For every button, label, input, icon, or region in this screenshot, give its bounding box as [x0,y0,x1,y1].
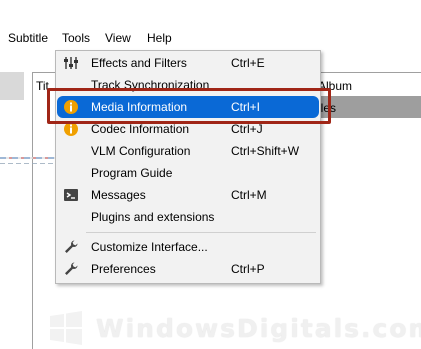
menu-item-program-guide[interactable]: Program Guide [57,162,319,184]
menu-separator [86,232,316,233]
menu-item-shortcut: Ctrl+M [231,188,267,202]
menu-item-vlm-configuration[interactable]: VLM Configuration Ctrl+Shift+W [57,140,319,162]
menu-item-label: Preferences [91,262,156,276]
watermark: WindowsDigitals.com [48,310,421,346]
menu-item-shortcut: Ctrl+P [231,262,265,276]
menu-item-label: Program Guide [91,166,173,180]
menu-item-label: Customize Interface... [91,240,208,254]
menu-bar: Subtitle Tools View Help [0,26,421,50]
menu-item-shortcut: Ctrl+J [231,122,263,136]
menu-item-shortcut: Ctrl+E [231,56,265,70]
wrench-icon [65,262,78,275]
menu-item-label: Codec Information [91,122,190,136]
menu-item-label: Messages [91,188,146,202]
watermark-text: WindowsDigitals.com [96,314,421,343]
menu-subtitle[interactable]: Subtitle [8,31,48,45]
menu-tools[interactable]: Tools [62,31,90,45]
menu-item-customize-interface[interactable]: Customize Interface... [57,236,319,258]
menu-item-shortcut: Ctrl+Shift+W [231,144,300,158]
windows-logo-icon [50,311,82,345]
terminal-icon [64,189,78,201]
menu-item-label: Plugins and extensions [91,210,215,224]
wrench-icon [65,240,78,253]
menu-item-label: VLM Configuration [91,144,191,158]
sidebar-selected-item[interactable] [0,72,24,100]
menu-item-plugins-and-extensions[interactable]: Plugins and extensions [57,206,319,228]
tools-dropdown-menu: Effects and Filters Ctrl+E Track Synchro… [55,50,321,284]
menu-item-label: Effects and Filters [91,56,187,70]
menu-item-messages[interactable]: Messages Ctrl+M [57,184,319,206]
menu-item-effects-and-filters[interactable]: Effects and Filters Ctrl+E [57,52,319,74]
sliders-icon [64,57,78,69]
menu-help[interactable]: Help [147,31,172,45]
menu-item-preferences[interactable]: Preferences Ctrl+P [57,258,319,280]
annotation-highlight-box [47,88,331,124]
menu-view[interactable]: View [105,31,131,45]
